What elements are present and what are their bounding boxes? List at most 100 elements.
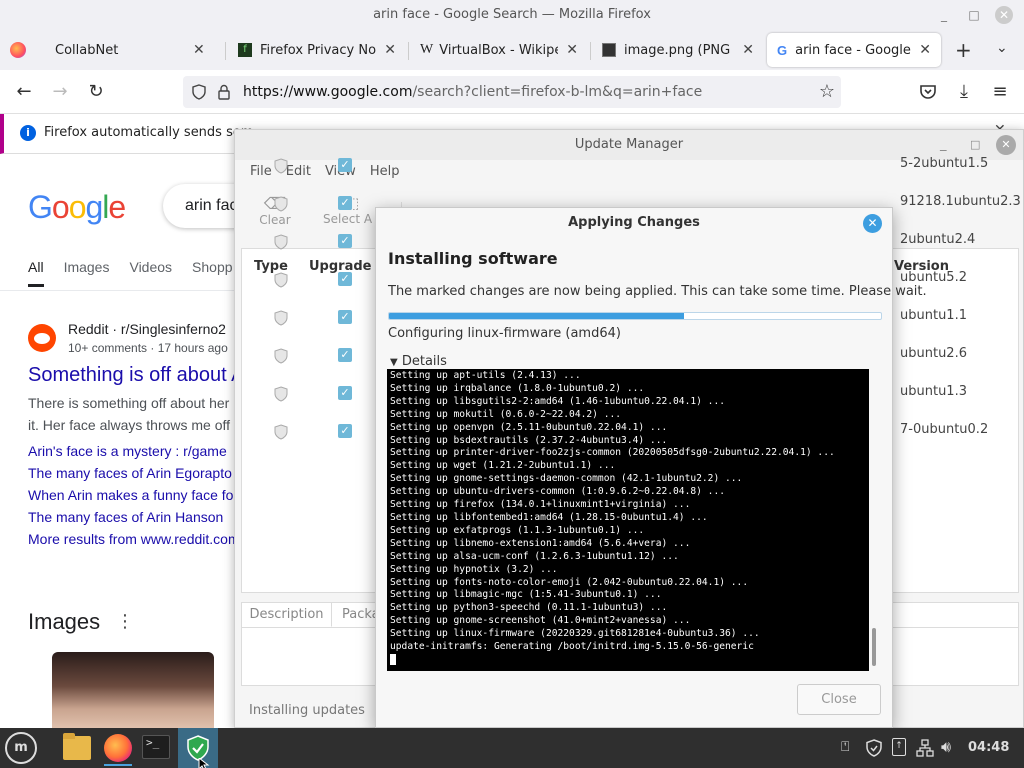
more-options-icon[interactable]: ⋮ bbox=[116, 611, 134, 632]
tab-shopping[interactable]: Shopp bbox=[192, 259, 232, 287]
sublink[interactable]: The many faces of Arin Hanson bbox=[28, 509, 223, 525]
tab-packages[interactable]: Packa bbox=[342, 603, 380, 627]
version-cell: 91218.1ubuntu2.3 bbox=[900, 194, 1021, 209]
terminal-line: Setting up linux-firmware (20220329.git6… bbox=[390, 628, 760, 640]
tab-close-icon[interactable]: ✕ bbox=[919, 42, 931, 58]
tab-separator bbox=[225, 42, 226, 60]
tab-collabnet[interactable]: CollabNet ✕ bbox=[45, 33, 223, 67]
sublink[interactable]: Arin's face is a mystery : r/game bbox=[28, 443, 227, 459]
clock[interactable]: 04:48 bbox=[968, 740, 1009, 755]
terminal-line: update-initramfs: Generating /boot/initr… bbox=[390, 641, 754, 653]
menu-help[interactable]: Help bbox=[363, 160, 407, 186]
version-cell: 2ubuntu2.4 bbox=[900, 232, 976, 247]
reload-icon[interactable]: ↻ bbox=[84, 80, 108, 104]
upgrade-checkbox[interactable]: ✓ bbox=[338, 272, 352, 286]
upgrade-checkbox[interactable]: ✓ bbox=[338, 234, 352, 248]
upgrade-checkbox[interactable]: ✓ bbox=[338, 196, 352, 210]
upgrade-checkbox[interactable]: ✓ bbox=[338, 386, 352, 400]
tab-close-icon[interactable]: ✕ bbox=[742, 42, 754, 58]
google-logo[interactable]: Google bbox=[28, 189, 126, 226]
tab-wikipedia[interactable]: W VirtualBox - Wikiped ✕ bbox=[410, 33, 588, 67]
url-bar[interactable]: https://www.google.com/search?client=fir… bbox=[183, 76, 841, 108]
notes-icon[interactable]: ⍞ bbox=[841, 739, 849, 755]
terminal-line: Setting up apt-utils (2.4.13) ... bbox=[390, 370, 581, 381]
pocket-icon[interactable] bbox=[919, 83, 937, 101]
terminal-cursor bbox=[390, 653, 396, 665]
select-all-label: Select A bbox=[323, 212, 373, 226]
details-expander[interactable]: ▼ Details bbox=[390, 354, 447, 369]
progress-bar bbox=[388, 312, 882, 320]
image-thumbnail[interactable] bbox=[52, 652, 214, 728]
wikipedia-icon: W bbox=[420, 42, 434, 57]
tab-close-icon[interactable]: ✕ bbox=[384, 42, 396, 58]
upgrade-checkbox[interactable]: ✓ bbox=[338, 158, 352, 172]
terminal-line: Setting up libfontembed1:amd64 (1.28.15-… bbox=[390, 511, 708, 523]
tab-images[interactable]: Images bbox=[64, 259, 110, 287]
upgrade-checkbox[interactable]: ✓ bbox=[338, 310, 352, 324]
update-type-shield-icon bbox=[274, 234, 288, 250]
terminal-line: Setting up ubuntu-drivers-common (1:0.9.… bbox=[390, 486, 726, 498]
result-source[interactable]: Reddit · r/Singlesinferno2 bbox=[68, 321, 226, 337]
lock-icon[interactable] bbox=[217, 84, 231, 100]
sublink[interactable]: When Arin makes a funny face fo bbox=[28, 487, 233, 503]
tab-close-icon[interactable]: ✕ bbox=[193, 42, 205, 58]
tab-bar: CollabNet ✕ f Firefox Privacy Notic ✕ W … bbox=[0, 30, 1024, 70]
sublink[interactable]: The many faces of Arin Egorapto bbox=[28, 465, 232, 481]
dialog-close-icon[interactable]: ✕ bbox=[863, 214, 882, 233]
shield-icon[interactable] bbox=[191, 84, 207, 100]
version-cell: 7-0ubuntu0.2 bbox=[900, 422, 989, 437]
terminal-scrollbar[interactable] bbox=[872, 628, 876, 666]
mint-menu-icon[interactable]: m bbox=[5, 732, 37, 764]
version-cell: ubuntu1.1 bbox=[900, 308, 967, 323]
network-icon[interactable] bbox=[916, 739, 934, 757]
update-type-shield-icon bbox=[274, 386, 288, 402]
volume-icon[interactable]: 🔊︎ bbox=[941, 737, 951, 757]
tab-label: VirtualBox - Wikiped bbox=[439, 42, 559, 58]
update-type-shield-icon bbox=[274, 158, 288, 174]
shield-tray-icon[interactable] bbox=[866, 739, 882, 757]
dialog-titlebar: Applying Changes bbox=[376, 208, 892, 238]
upgrade-checkbox[interactable]: ✓ bbox=[338, 348, 352, 362]
update-type-shield-icon bbox=[274, 196, 288, 212]
new-tab-icon[interactable]: + bbox=[955, 38, 972, 62]
maximize-button[interactable]: □ bbox=[965, 6, 983, 24]
tab-image-png[interactable]: image.png (PNG Ima ✕ bbox=[592, 33, 764, 67]
tab-description[interactable]: Description bbox=[242, 603, 332, 627]
firefox-view-icon[interactable] bbox=[10, 42, 26, 58]
back-arrow-icon[interactable]: ← bbox=[12, 80, 36, 104]
tab-all[interactable]: All bbox=[28, 259, 44, 287]
firefox-app-icon[interactable] bbox=[100, 730, 136, 766]
minimize-button[interactable]: _ bbox=[935, 6, 953, 24]
more-results-link[interactable]: More results from www.reddit.com bbox=[28, 531, 240, 547]
list-tabs-chevron-icon[interactable]: ⌄ bbox=[996, 40, 1008, 56]
terminal-app-icon[interactable]: >_ bbox=[138, 730, 174, 766]
images-heading: Images bbox=[28, 609, 101, 634]
site-favicon-icon: f bbox=[238, 43, 252, 57]
tab-google-search[interactable]: G arin face - Google Se ✕ bbox=[767, 33, 941, 67]
terminal-output[interactable]: Setting up apt-utils (2.4.13) ... Setting… bbox=[387, 369, 869, 671]
tab-privacy-notice[interactable]: f Firefox Privacy Notic ✕ bbox=[228, 33, 406, 67]
bookmark-star-icon[interactable]: ☆ bbox=[819, 81, 835, 102]
version-cell: ubuntu1.3 bbox=[900, 384, 967, 399]
update-type-shield-icon bbox=[274, 424, 288, 440]
downloads-icon[interactable]: ⤓ bbox=[952, 80, 976, 104]
tab-videos[interactable]: Videos bbox=[129, 259, 172, 287]
tab-separator bbox=[590, 42, 591, 60]
forward-arrow-icon[interactable]: → bbox=[48, 80, 72, 104]
notification-text: Firefox automatically sends som bbox=[44, 125, 254, 140]
result-snippet: There is something off about her bbox=[28, 395, 230, 411]
terminal-line: Setting up libsgutils2-2:amd64 (1.46-1ub… bbox=[390, 395, 726, 407]
close-button[interactable]: Close bbox=[797, 684, 881, 715]
update-manager-title: Update Manager bbox=[574, 137, 684, 152]
update-tray-icon[interactable]: ↑ bbox=[892, 738, 906, 756]
tab-label: CollabNet bbox=[55, 42, 119, 58]
upgrade-checkbox[interactable]: ✓ bbox=[338, 424, 352, 438]
close-button[interactable]: ✕ bbox=[995, 6, 1013, 24]
menu-hamburger-icon[interactable]: ≡ bbox=[988, 80, 1012, 104]
details-label: Details bbox=[401, 354, 447, 369]
tab-close-icon[interactable]: ✕ bbox=[566, 42, 578, 58]
files-app-icon[interactable] bbox=[59, 730, 95, 766]
terminal-line: Setting up python3-speechd (0.11.1-1ubun… bbox=[390, 602, 668, 614]
result-title-link[interactable]: Something is off about A bbox=[28, 364, 244, 387]
um-close-button[interactable]: ✕ bbox=[996, 135, 1016, 155]
